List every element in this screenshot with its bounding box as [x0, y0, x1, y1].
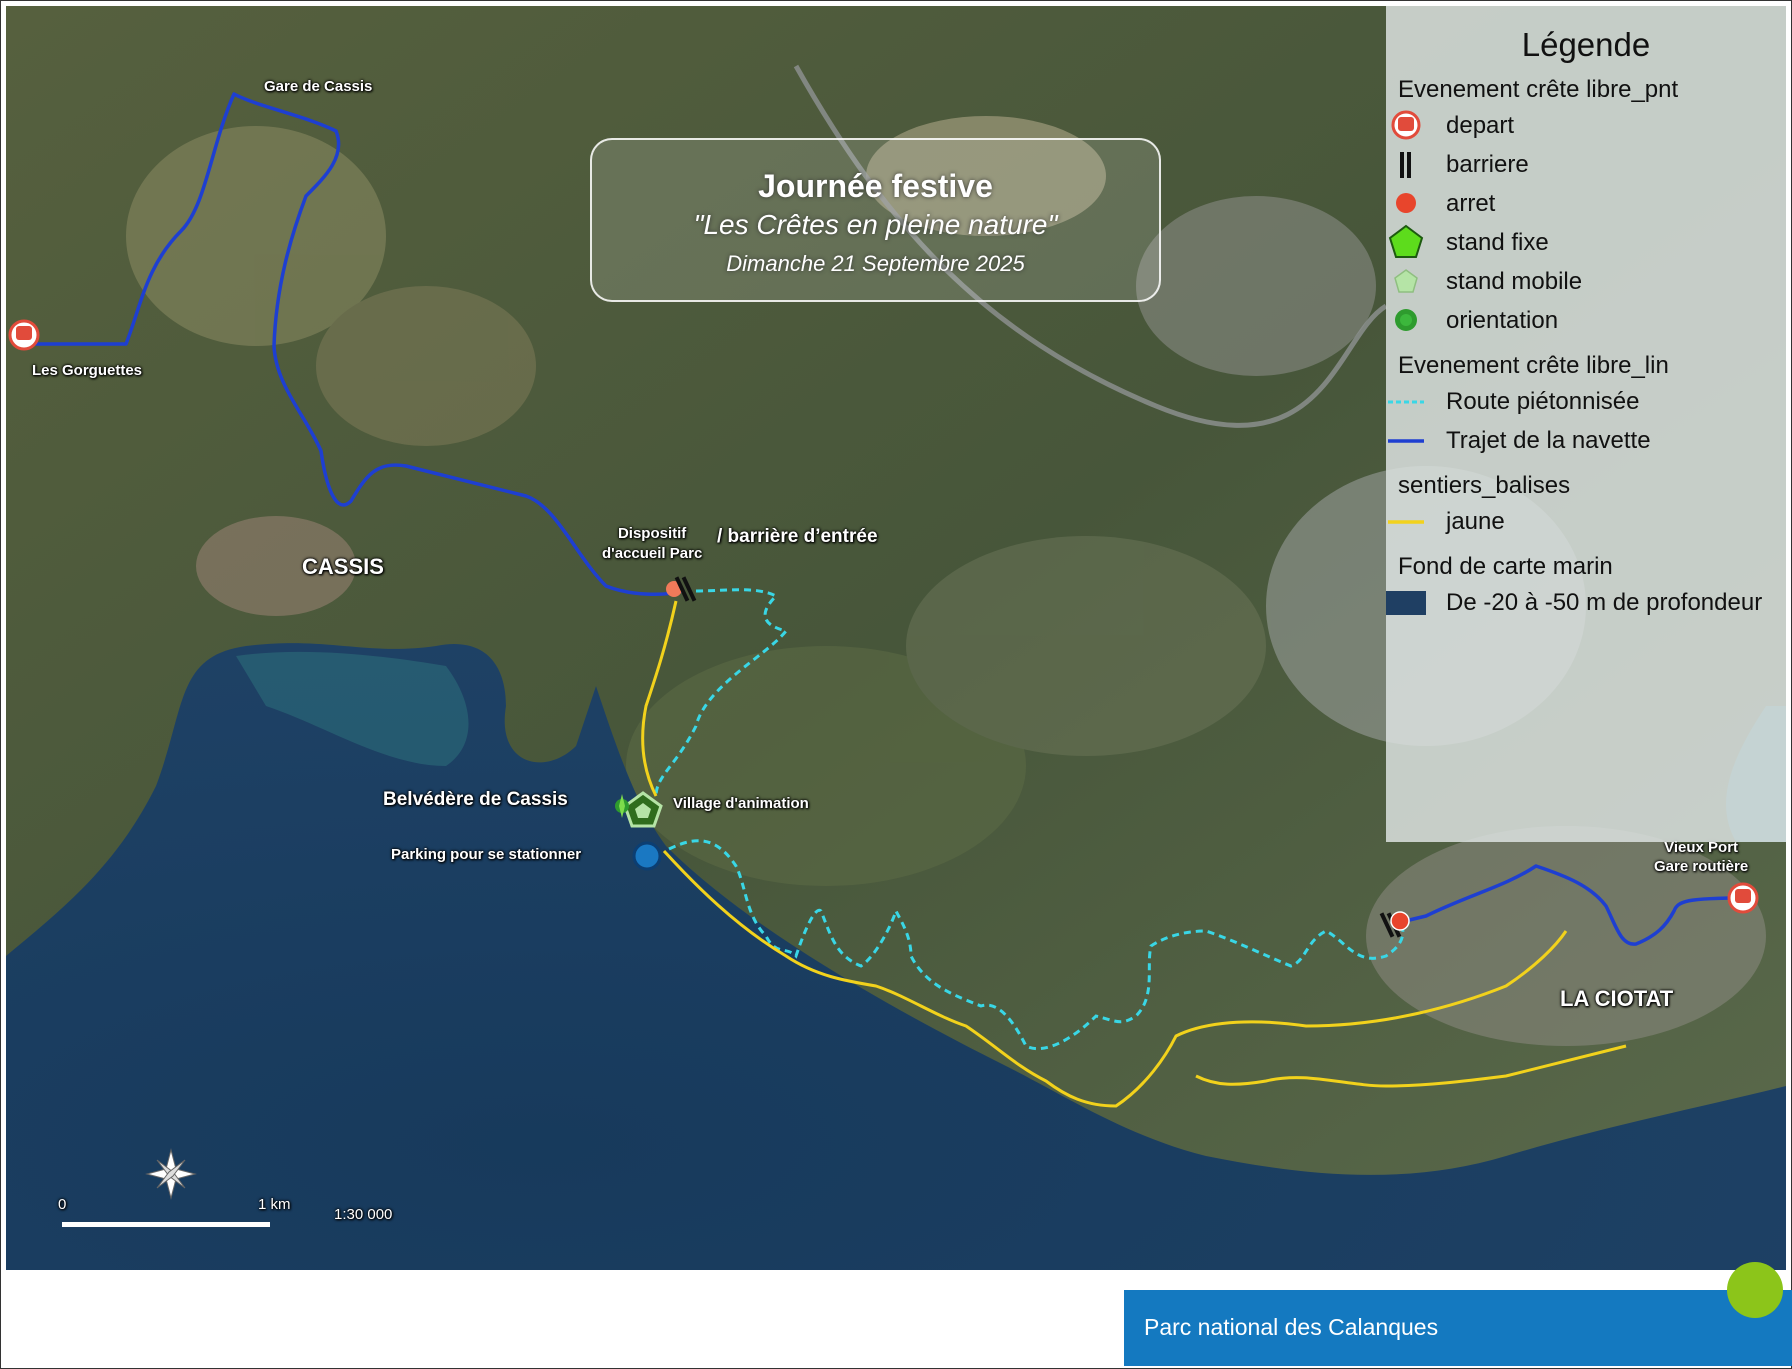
legend-item-depth: De -20 à -50 m de profondeur: [1386, 583, 1786, 622]
label-la-ciotat: LA CIOTAT: [1560, 986, 1674, 1011]
dashed-line-icon: [1388, 400, 1424, 404]
label-belvedere: Belvédère de Cassis: [383, 789, 568, 810]
event-title: Journée festive: [758, 168, 993, 204]
solid-line-icon: [1388, 439, 1424, 443]
legend-item-depart: depart: [1386, 106, 1786, 145]
legend-group-marin: Fond de carte marin: [1398, 553, 1613, 580]
scale-km: 1 km: [258, 1196, 291, 1213]
legend-title: Légende: [1521, 26, 1651, 63]
footer-text: Parc national des Calanques: [1144, 1314, 1439, 1340]
footer-bar: Parc national des Calanques: [1124, 1290, 1792, 1366]
legend-label: De -20 à -50 m de profondeur: [1446, 589, 1763, 616]
map-canvas[interactable]: Gare de Cassis Les Gorguettes CASSIS Dis…: [6, 6, 1786, 1270]
scale-zero: 0: [58, 1196, 67, 1213]
legend-group-sentiers: sentiers_balises: [1398, 472, 1571, 499]
legend-label: Trajet de la navette: [1446, 427, 1651, 454]
bus-stop-gorguettes-icon: [8, 319, 40, 351]
legend-label: Route piétonnisée: [1446, 388, 1640, 415]
event-subtitle: "Les Crêtes en pleine nature": [693, 209, 1058, 240]
label-dispositif: Dispositif d'accueil Parc: [602, 525, 703, 562]
legend-item-stand-mobile: stand mobile: [1386, 262, 1786, 301]
legend-item-stand-fixe: stand fixe: [1386, 223, 1786, 262]
label-gare-cassis: Gare de Cassis: [264, 78, 373, 95]
legend-label: stand fixe: [1446, 229, 1549, 256]
legend-label: jaune: [1446, 508, 1505, 535]
label-parking: Parking pour se stationner: [391, 846, 582, 863]
pentagon-icon: [1388, 224, 1424, 258]
compass-icon: [1395, 309, 1417, 331]
event-title-box: Journée festive "Les Crêtes en pleine na…: [590, 138, 1161, 302]
barrier-icon: [1400, 152, 1411, 178]
depth-swatch-icon: [1386, 591, 1426, 615]
legend-item-orientation: orientation: [1386, 301, 1786, 340]
footer-logo-dot: [1727, 1262, 1783, 1318]
legend-label: barriere: [1446, 151, 1529, 178]
parking-dot-icon: [632, 841, 662, 871]
pentagon-light-icon: [1394, 269, 1418, 293]
legend-item-jaune: jaune: [1386, 502, 1786, 541]
legend-item-barriere: barriere: [1386, 145, 1786, 184]
legend-label: arret: [1446, 190, 1496, 217]
legend-item-arret: arret: [1386, 184, 1786, 223]
legend-item-navette: Trajet de la navette: [1386, 421, 1786, 460]
scale-bar: [62, 1222, 270, 1227]
legend-group-lin: Evenement crête libre_lin: [1398, 352, 1669, 379]
map-legend: Légende Evenement crête libre_pnt depart…: [1386, 6, 1786, 842]
label-gorguettes: Les Gorguettes: [32, 362, 143, 379]
bus-stop-vieux-port-icon: [1727, 882, 1759, 914]
label-village: Village d'animation: [673, 795, 809, 812]
label-cassis: CASSIS: [302, 554, 384, 579]
label-barriere-entree: / barrière d’entrée: [717, 526, 878, 547]
legend-item-route-pietonnisee: Route piétonnisée: [1386, 382, 1786, 421]
bus-stop-icon: [1391, 110, 1421, 140]
yellow-line-icon: [1388, 520, 1424, 524]
legend-label: orientation: [1446, 307, 1559, 334]
stop-dot-icon: [1396, 193, 1416, 213]
legend-label: depart: [1446, 112, 1515, 139]
scale-ratio: 1:30 000: [334, 1206, 393, 1223]
event-date: Dimanche 21 Septembre 2025: [726, 251, 1025, 276]
legend-label: stand mobile: [1446, 268, 1583, 295]
label-vieux-port: Vieux Port Gare routière: [1654, 839, 1749, 875]
legend-group-pnt: Evenement crête libre_pnt: [1398, 76, 1679, 103]
